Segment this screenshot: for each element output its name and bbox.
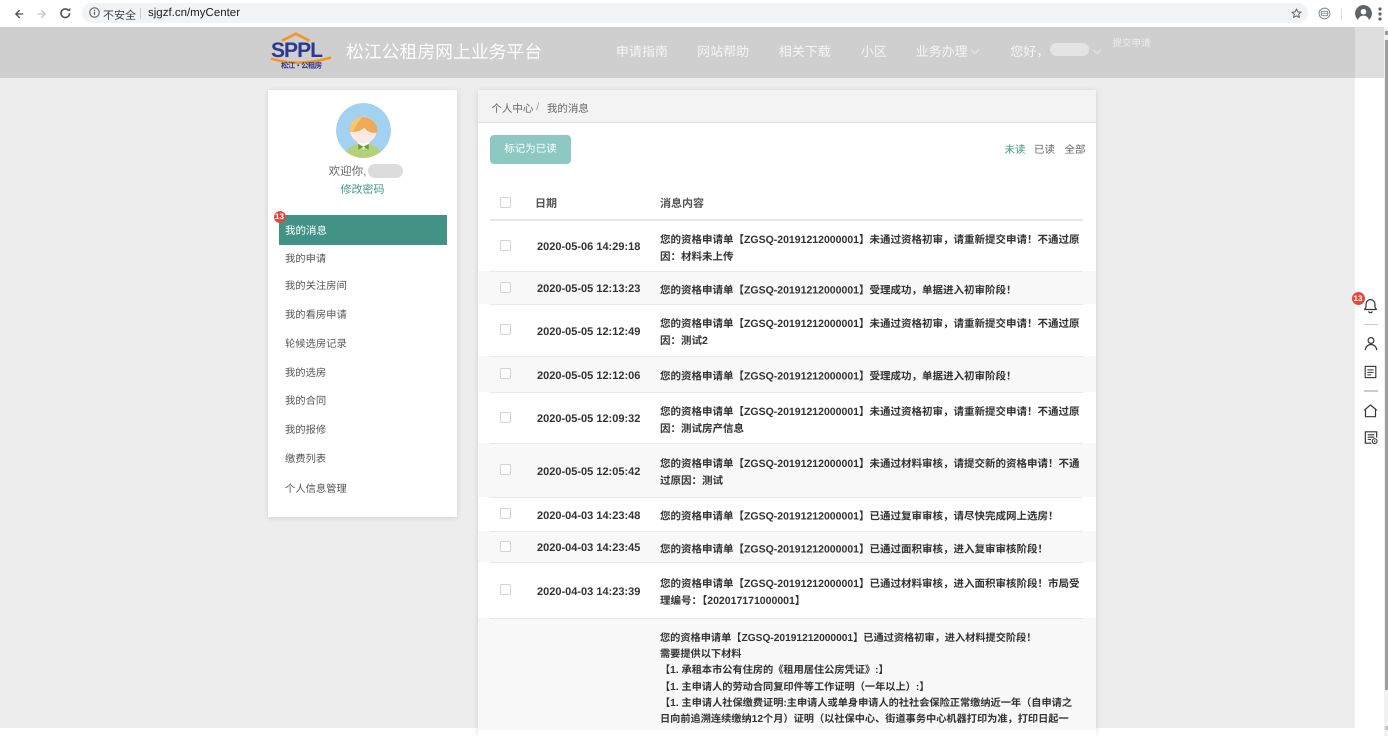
- svg-text:SPPL: SPPL: [271, 39, 323, 62]
- svg-text:松江·公租房: 松江·公租房: [281, 60, 322, 71]
